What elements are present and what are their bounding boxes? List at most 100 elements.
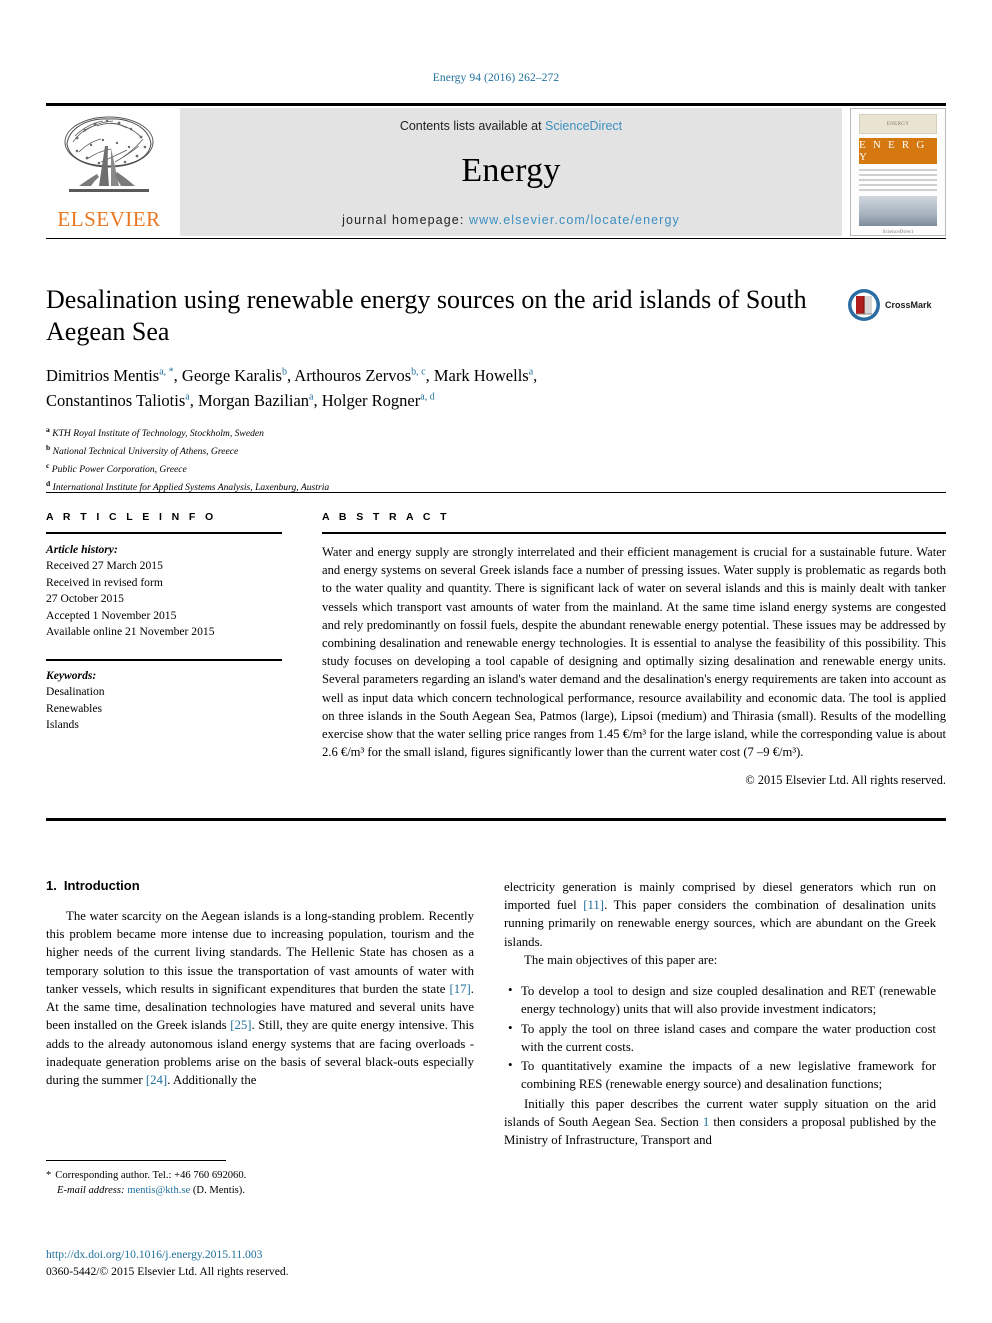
affiliation-item: a KTH Royal Institute of Technology, Sto… — [46, 424, 264, 440]
affiliation-item: b National Technical University of Athen… — [46, 442, 239, 458]
citation-25[interactable]: [25] — [230, 1018, 251, 1032]
section-heading-introduction: 1. Introduction — [46, 878, 474, 893]
crossmark-icon — [848, 289, 880, 321]
article-history-item: Accepted 1 November 2015 — [46, 608, 177, 622]
sciencedirect-link[interactable]: ScienceDirect — [545, 119, 622, 133]
author-list: Dimitrios Mentisa, *, George Karalisb, A… — [46, 364, 836, 414]
page-title: Desalination using renewable energy sour… — [46, 285, 807, 346]
article-history-item: 27 October 2015 — [46, 592, 124, 606]
journal-cover-thumbnail: ENERGY E N E R G Y ScienceDirect — [850, 108, 946, 236]
section-title: Introduction — [63, 878, 140, 893]
author-name: Dimitrios Mentis — [46, 366, 160, 386]
objective-item: To quantitatively examine the impacts of… — [508, 1056, 936, 1093]
doi-block: http://dx.doi.org/10.1016/j.energy.2015.… — [46, 1246, 476, 1281]
elsevier-tree-icon — [64, 116, 154, 192]
keywords-items: Desalination Renewables Islands — [46, 684, 282, 733]
corresponding-author-text: Corresponding author. Tel.: +46 760 6920… — [55, 1170, 247, 1181]
journal-homepage-link[interactable]: www.elsevier.com/locate/energy — [469, 213, 680, 227]
article-history-item: Available online 21 November 2015 — [46, 625, 215, 639]
info-top-rule — [46, 492, 946, 493]
email-author-suffix: (D. Mentis). — [192, 1185, 245, 1197]
affiliation-mark: d — [46, 479, 51, 489]
objective-item: To develop a tool to design and size cou… — [508, 981, 936, 1018]
abstract-heading: A B S T R A C T — [322, 511, 450, 523]
article-history-items: Received 27 March 2015 Received in revise… — [46, 558, 282, 640]
journal-masthead: ELSEVIER Contents lists available at Sci… — [46, 103, 946, 239]
article-info-column: A R T I C L E I N F O Article history: R… — [46, 511, 282, 734]
author-name: Mark Howells — [433, 366, 529, 386]
contents-line: Contents lists available at ScienceDirec… — [400, 119, 622, 133]
objectives-list: To develop a tool to design and size cou… — [504, 981, 936, 1093]
affiliation-mark: b — [46, 442, 51, 452]
email-note: E-mail address: mentis@kth.se (D. Mentis… — [46, 1183, 476, 1198]
author-name: Holger Rogner — [321, 391, 421, 411]
author-name: Arthouros Zervos — [294, 366, 412, 386]
author-affiliation-mark: b — [281, 366, 287, 378]
cover-text-lines — [859, 169, 937, 194]
author-affiliation-mark: a — [309, 391, 314, 403]
citation-17[interactable]: [17] — [449, 982, 470, 996]
keyword-item: Renewables — [46, 701, 103, 715]
masthead-bottom-rule — [46, 238, 946, 239]
footnote-rule — [46, 1160, 226, 1161]
footnote-block: * Corresponding author. Tel.: +46 760 692… — [46, 1168, 476, 1199]
abstract-bottom-rule — [46, 818, 946, 821]
intro-text-1: The water scarcity on the Aegean islands… — [46, 909, 474, 996]
author-name: Morgan Bazilian — [197, 391, 310, 411]
abstract-rule — [322, 532, 946, 534]
citation-11[interactable]: [11] — [583, 898, 604, 912]
crossmark-label: CrossMark — [885, 300, 932, 310]
affiliation-mark: a — [46, 424, 50, 434]
title-block: Desalination using renewable energy sour… — [46, 284, 836, 496]
affiliation-item: c Public Power Corporation, Greece — [46, 461, 187, 476]
elsevier-logo: ELSEVIER — [46, 108, 172, 236]
doi-link[interactable]: http://dx.doi.org/10.1016/j.energy.2015.… — [46, 1246, 476, 1263]
affiliation-list: a KTH Royal Institute of Technology, Sto… — [46, 424, 836, 496]
homepage-prefix: journal homepage: — [342, 213, 469, 227]
email-address-label: E-mail address: — [57, 1185, 125, 1197]
cover-footer-text: ScienceDirect — [882, 230, 914, 235]
journal-title: Energy — [461, 152, 561, 189]
affiliation-item: d International Institute for Applied Sy… — [46, 479, 330, 494]
author-name: George Karalis — [181, 366, 282, 386]
contents-prefix: Contents lists available at — [399, 119, 546, 133]
author-line-1: Dimitrios Mentisa, *, George Karalisb, A… — [46, 366, 538, 386]
journal-homepage-line: journal homepage: www.elsevier.com/locat… — [342, 213, 680, 227]
abstract-copyright: © 2015 Elsevier Ltd. All rights reserved… — [745, 773, 946, 788]
elsevier-wordmark: ELSEVIER — [57, 207, 161, 231]
article-history-block: Article history: Received 27 March 2015 R… — [46, 542, 282, 641]
body-column-right: electricity generation is mainly compris… — [504, 878, 936, 1149]
corresponding-author-note: * Corresponding author. Tel.: +46 760 692… — [46, 1168, 476, 1183]
abstract-text: Water and energy supply are strongly int… — [322, 545, 946, 760]
intro-paragraph-left: The water scarcity on the Aegean islands… — [46, 907, 474, 1089]
author-affiliation-mark: b, c — [411, 366, 426, 378]
cover-top-strip: ENERGY — [859, 114, 937, 134]
author-email-link[interactable]: mentis@kth.se — [127, 1185, 190, 1196]
objective-item: To apply the tool on three island cases … — [508, 1019, 936, 1056]
keywords-rule — [46, 658, 282, 661]
article-history-item: Received 27 March 2015 — [46, 559, 163, 573]
section-number: 1. — [46, 878, 57, 893]
keyword-item: Desalination — [46, 685, 105, 699]
cover-photo — [859, 196, 937, 226]
asterisk-icon: * — [46, 1170, 52, 1181]
author-affiliation-mark: a, d — [420, 391, 435, 403]
cover-title-band: E N E R G Y — [859, 138, 937, 164]
crossmark-badge[interactable]: CrossMark — [847, 288, 943, 322]
masthead-top-rule — [46, 103, 946, 106]
author-affiliation-mark: a — [185, 391, 190, 403]
body-column-left: 1. Introduction The water scarcity on the… — [46, 878, 474, 1089]
article-history-label: Article history: — [46, 543, 118, 556]
article-info-rule — [46, 532, 282, 534]
keywords-label: Keywords: — [46, 668, 97, 682]
intro-paragraph-right: electricity generation is mainly compris… — [504, 878, 936, 951]
author-line-2: Constantinos Taliotisa, Morgan Baziliana… — [46, 391, 435, 411]
keyword-item: Islands — [46, 718, 79, 732]
closing-paragraph: Initially this paper describes the curre… — [504, 1095, 936, 1150]
running-head: Energy 94 (2016) 262–272 — [432, 72, 560, 84]
author-name: Constantinos Taliotis — [46, 391, 186, 411]
intro-text-4: . Additionally the — [167, 1073, 257, 1088]
citation-24[interactable]: [24] — [146, 1073, 167, 1087]
journal-band: Contents lists available at ScienceDirec… — [180, 108, 842, 236]
affiliation-mark: c — [46, 461, 50, 471]
